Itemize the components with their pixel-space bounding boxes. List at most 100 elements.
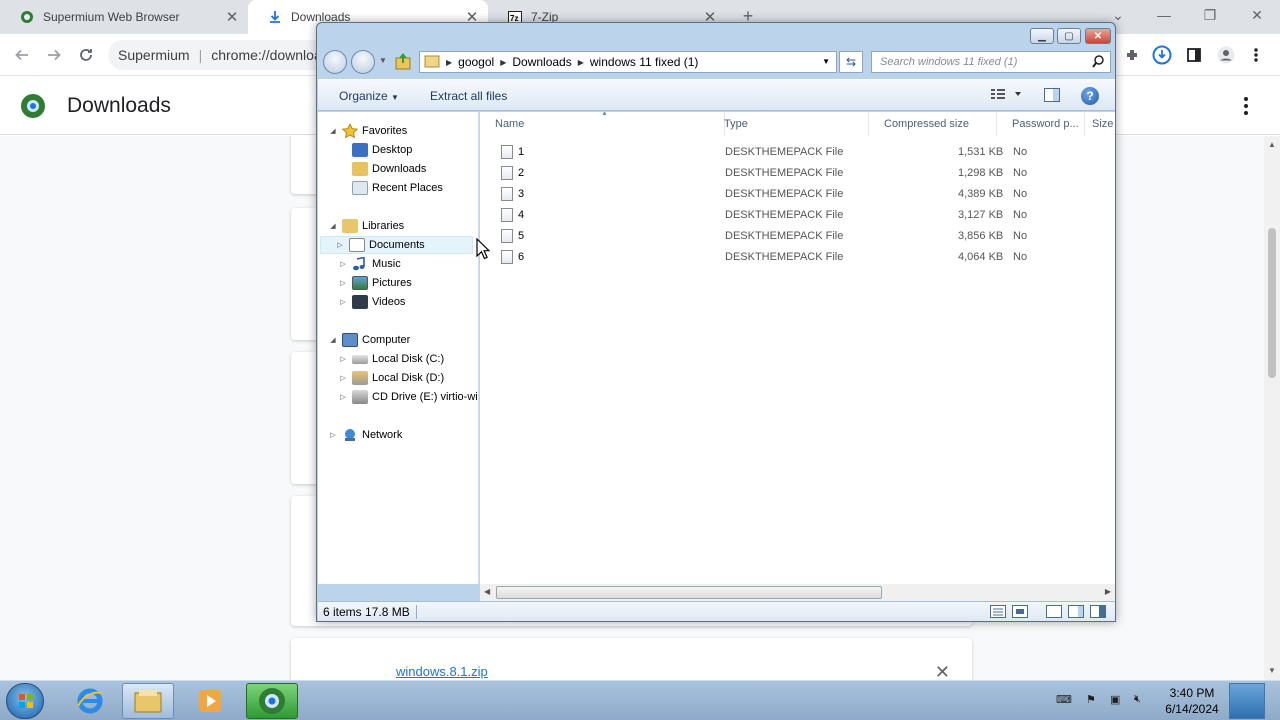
forward-icon[interactable] xyxy=(351,50,375,74)
collapse-icon: ◢ xyxy=(330,128,336,135)
help-icon[interactable]: ? xyxy=(1081,87,1099,105)
minimize-icon[interactable]: ▁ xyxy=(1030,28,1054,44)
nav-documents[interactable]: ▷ Documents xyxy=(320,236,473,254)
file-row[interactable]: 3 DESKTHEMEPACK File 4,389 KB No xyxy=(496,184,1115,205)
internet-explorer-icon[interactable] xyxy=(64,683,116,719)
nav-music[interactable]: ▷ Music xyxy=(338,255,401,273)
column-header-name[interactable]: Name ▲ xyxy=(480,112,725,136)
file-row[interactable]: 6 DESKTHEMEPACK File 4,064 KB No xyxy=(496,247,1115,268)
start-button[interactable] xyxy=(6,683,44,719)
nav-downloads[interactable]: Downloads xyxy=(338,160,426,178)
scroll-left-icon[interactable]: ◀ xyxy=(484,587,490,596)
view-options-icon[interactable] xyxy=(990,87,1022,104)
forward-icon[interactable] xyxy=(42,43,66,67)
reload-icon[interactable] xyxy=(74,43,98,67)
address-dropdown-icon[interactable]: ▼ xyxy=(822,57,830,66)
supermium-logo-icon xyxy=(20,93,46,119)
collapse-icon: ◢ xyxy=(330,223,336,230)
breadcrumb[interactable]: ▶ Downloads xyxy=(500,55,572,69)
preview-pane-icon[interactable] xyxy=(1044,88,1060,105)
network-icon xyxy=(342,428,358,442)
system-clock[interactable]: 3:40 PM 6/14/2024 xyxy=(1160,685,1224,717)
breadcrumb[interactable]: ▶ windows 11 fixed (1) xyxy=(578,55,699,69)
nav-disk-d[interactable]: ▷ Local Disk (D:) xyxy=(338,369,444,387)
nav-cd-drive[interactable]: ▷ CD Drive (E:) virtio-win xyxy=(338,388,478,406)
action-center-flag-icon[interactable]: ⚑ xyxy=(1086,693,1096,706)
up-folder-icon[interactable] xyxy=(395,52,411,73)
file-row[interactable]: 4 DESKTHEMEPACK File 3,127 KB No xyxy=(496,205,1115,226)
downloads-toolbar-icon[interactable] xyxy=(1150,43,1174,67)
scroll-right-icon[interactable]: ▶ xyxy=(1105,587,1111,596)
nav-favorites[interactable]: ◢ Favorites xyxy=(328,122,407,140)
details-pane-icon[interactable] xyxy=(1090,605,1106,621)
mouse-cursor-icon xyxy=(476,237,491,263)
more-actions-icon[interactable] xyxy=(1238,94,1254,118)
libraries-icon xyxy=(342,219,358,233)
supermium-taskbar-icon[interactable] xyxy=(246,683,298,719)
tab-supermium[interactable]: Supermium Web Browser ✕ xyxy=(0,0,248,34)
profile-icon[interactable] xyxy=(1214,43,1238,67)
media-player-icon[interactable] xyxy=(184,683,236,719)
close-icon[interactable]: ✕ xyxy=(1085,28,1111,44)
column-header-size[interactable]: Size xyxy=(1077,112,1115,136)
volume-muted-icon[interactable]: 🔇︎ xyxy=(1134,693,1141,706)
nav-desktop[interactable]: Desktop xyxy=(338,141,412,159)
layout-view-icon[interactable] xyxy=(1046,605,1062,621)
nav-recent-places[interactable]: Recent Places xyxy=(338,179,443,197)
back-icon[interactable] xyxy=(10,43,34,67)
nav-libraries[interactable]: ◢ Libraries xyxy=(328,217,404,235)
scrollbar-thumb[interactable] xyxy=(496,586,882,599)
address-bar[interactable]: ▶ googol ▶ Downloads ▶ windows 11 fixed (1)… xyxy=(419,51,837,73)
address-row: ▼ ▶ googol ▶ Downloads ▶ windows 11 fixed (… xyxy=(321,49,1111,77)
clock-time: 3:40 PM xyxy=(1169,686,1215,700)
minimize-icon[interactable]: — xyxy=(1150,4,1178,26)
documents-icon xyxy=(349,238,365,252)
close-icon[interactable]: ✕ xyxy=(224,9,240,26)
file-explorer-taskbar-icon[interactable] xyxy=(122,683,174,719)
maximize-icon[interactable]: ▢ xyxy=(1057,28,1081,44)
column-header-password[interactable]: Password p... xyxy=(997,112,1085,136)
collapse-icon: ◢ xyxy=(330,337,336,344)
download-filename-link[interactable]: windows.8.1.zip xyxy=(396,664,488,679)
search-icon[interactable] xyxy=(1092,55,1104,72)
show-desktop-button[interactable] xyxy=(1229,683,1265,719)
back-icon[interactable] xyxy=(323,50,347,74)
large-icons-view-icon[interactable] xyxy=(1012,605,1028,621)
breadcrumb[interactable]: ▶ googol xyxy=(446,55,494,69)
scroll-up-icon[interactable]: ▲ xyxy=(1268,140,1276,149)
browser-menu-icon[interactable] xyxy=(1244,43,1268,67)
page-scrollbar[interactable]: ▲ ▼ xyxy=(1264,136,1280,680)
close-window-icon[interactable]: ✕ xyxy=(1243,4,1271,26)
column-header-compressed-size[interactable]: Compressed size xyxy=(869,112,997,136)
nav-computer[interactable]: ◢ Computer xyxy=(328,331,410,349)
horizontal-scrollbar[interactable]: ◀ ▶ xyxy=(480,584,1115,601)
folder-icon xyxy=(424,54,440,71)
details-view-icon[interactable] xyxy=(990,605,1006,621)
keyboard-icon[interactable]: ⌨ xyxy=(1056,693,1072,706)
organize-menu[interactable]: Organize ▼ xyxy=(339,89,399,103)
recent-pages-icon[interactable]: ▼ xyxy=(379,56,387,65)
disk-icon xyxy=(352,354,368,364)
nav-videos[interactable]: ▷ Videos xyxy=(338,293,405,311)
site-chip: Supermium xyxy=(118,47,190,63)
column-header-type[interactable]: Type xyxy=(709,112,869,136)
search-input[interactable]: Search windows 11 fixed (1) xyxy=(871,51,1111,73)
file-icon xyxy=(501,229,513,243)
file-row[interactable]: 2 DESKTHEMEPACK File 1,298 KB No xyxy=(496,163,1115,184)
disk-icon xyxy=(352,371,368,385)
scrollbar-thumb[interactable] xyxy=(1268,228,1276,378)
remove-download-icon[interactable]: ✕ xyxy=(935,662,950,680)
nav-network[interactable]: ▷ Network xyxy=(328,426,402,444)
file-row[interactable]: 1 DESKTHEMEPACK File 1,531 KB No xyxy=(496,142,1115,163)
scroll-down-icon[interactable]: ▼ xyxy=(1268,666,1276,675)
extract-all-button[interactable]: Extract all files xyxy=(430,89,507,103)
refresh-icon[interactable]: ⇆ xyxy=(839,51,863,73)
restore-icon[interactable]: ❐ xyxy=(1196,4,1224,26)
nav-disk-c[interactable]: ▷ Local Disk (C:) xyxy=(338,350,444,368)
preview-view-icon[interactable] xyxy=(1068,605,1084,621)
network-tray-icon[interactable]: ▣ xyxy=(1110,693,1120,706)
extensions-icon[interactable] xyxy=(1120,43,1144,67)
side-panel-icon[interactable] xyxy=(1182,43,1206,67)
file-row[interactable]: 5 DESKTHEMEPACK File 3,856 KB No xyxy=(496,226,1115,247)
nav-pictures[interactable]: ▷ Pictures xyxy=(338,274,412,292)
